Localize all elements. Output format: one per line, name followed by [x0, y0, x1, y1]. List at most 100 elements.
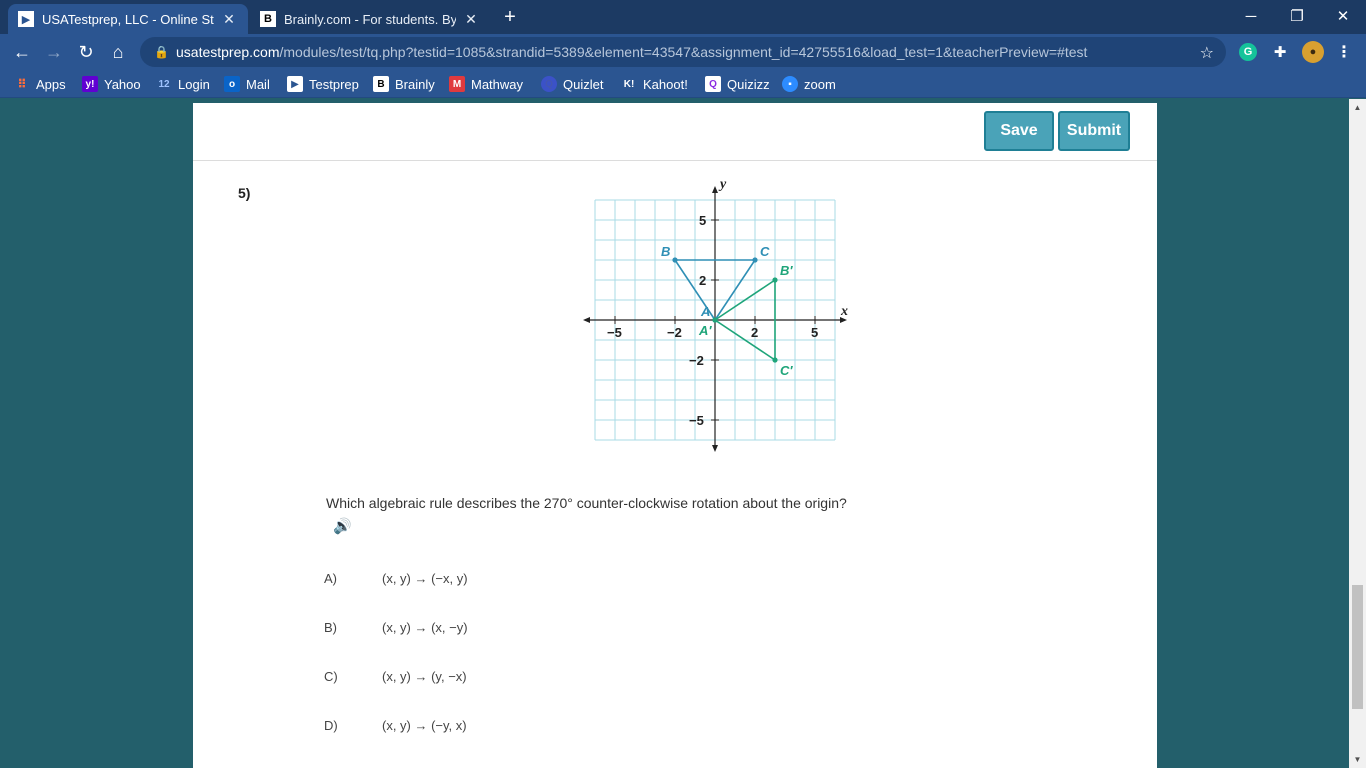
triangle-abc-image-vertex — [772, 277, 778, 283]
bookmark-label: Apps — [36, 76, 66, 92]
speaker-audio-icon[interactable]: 🔊 — [333, 517, 355, 537]
x-tick-label: 2 — [751, 325, 758, 340]
bookmark-label: Quizizz — [727, 76, 770, 92]
bookmark-label: zoom — [804, 76, 836, 92]
home-button[interactable]: ⌂ — [104, 38, 132, 66]
restore-button[interactable]: ❐ — [1274, 0, 1320, 32]
save-button[interactable]: Save — [984, 111, 1054, 151]
page-viewport: Save Submit 5) x y −5 −2 2 5 5 2 −2 −5 A B C A′ B′ C′ W… — [0, 99, 1366, 768]
tab-usatestprep[interactable]: ▶ USATestprep, LLC - Online State-S ✕ — [8, 4, 248, 34]
kahoot-icon: K! — [623, 78, 635, 90]
apps-grid-icon: ⠿ — [17, 77, 27, 91]
grammarly-icon[interactable]: G — [1239, 43, 1257, 61]
x-tick-label: 5 — [811, 325, 818, 340]
test-question-card: Save Submit 5) x y −5 −2 2 5 5 2 −2 −5 A B C A′ B′ C′ W… — [193, 103, 1157, 768]
triangle-abc-image-vertex — [772, 357, 778, 363]
bookmark-label: Yahoo — [104, 76, 141, 92]
bookmark-label: Login — [178, 76, 210, 92]
bookmark-star-icon[interactable]: ☆ — [1200, 43, 1214, 63]
close-window-button[interactable]: ✕ — [1320, 0, 1366, 32]
bookmark-testprep[interactable]: ▶ Testprep — [287, 75, 359, 93]
quizizz-icon: Q — [705, 76, 721, 92]
answer-choice-a[interactable]: A) (x, y) → (−x, y) — [324, 571, 468, 586]
bookmark-label: Quizlet — [563, 76, 604, 92]
test-action-bar: Save Submit — [193, 103, 1157, 161]
page-scrollbar[interactable]: ▲ ▼ — [1349, 99, 1366, 768]
minimize-button[interactable]: ─ — [1228, 0, 1274, 32]
new-tab-button[interactable]: + — [498, 6, 522, 30]
yahoo-icon: y! — [82, 76, 98, 92]
bookmark-mathway[interactable]: M Mathway — [449, 75, 523, 93]
tab-title: USATestprep, LLC - Online State-S — [42, 11, 214, 27]
bookmark-brainly[interactable]: B Brainly — [373, 75, 435, 93]
vertex-label: B′ — [780, 263, 793, 278]
triangle-abc-image-vertex — [712, 317, 718, 323]
login-icon: 12 — [158, 78, 170, 90]
bookmark-label: Testprep — [309, 76, 359, 92]
question-text: Which algebraic rule describes the 270° … — [326, 495, 847, 511]
scrollbar-thumb[interactable] — [1352, 585, 1363, 709]
bookmark-zoom[interactable]: ▪ zoom — [782, 75, 836, 93]
scroll-up-icon[interactable]: ▲ — [1349, 99, 1366, 116]
tab-title: Brainly.com - For students. By stu — [284, 11, 456, 27]
brainly-logo-icon: B — [260, 11, 276, 27]
menu-kebab-icon[interactable]: ⋮ — [1335, 43, 1353, 61]
brainly-icon: B — [373, 76, 389, 92]
close-icon[interactable]: ✕ — [462, 11, 480, 28]
vertex-label: A′ — [698, 323, 712, 338]
bookmark-label: Kahoot! — [643, 76, 688, 92]
triangle-abc-vertex — [752, 257, 758, 263]
vertex-label: A — [700, 304, 710, 319]
reload-button[interactable]: ↻ — [72, 38, 100, 66]
bookmark-kahoot[interactable]: K! Kahoot! — [621, 75, 688, 93]
bookmark-apps[interactable]: ⠿ Apps — [14, 75, 66, 93]
y-tick-label: −2 — [689, 353, 704, 368]
answer-choice-d[interactable]: D) (x, y) → (−y, x) — [324, 718, 467, 733]
submit-button[interactable]: Submit — [1058, 111, 1130, 151]
usatestprep-logo-icon: ▶ — [18, 11, 34, 27]
bookmarks-bar: ⠿ Apps y! Yahoo 12 Login o Mail ▶ Testpr… — [0, 70, 1366, 98]
bookmark-mail[interactable]: o Mail — [224, 75, 270, 93]
avatar[interactable]: ● — [1302, 41, 1324, 63]
address-bar[interactable]: 🔒 usatestprep.com/modules/test/tq.php?te… — [140, 37, 1226, 67]
close-icon[interactable]: ✕ — [220, 11, 238, 28]
y-tick-label: 5 — [699, 213, 706, 228]
home-icon: ⌂ — [112, 41, 124, 62]
outlook-mail-icon: o — [224, 76, 240, 92]
choice-text: (x, y) → (−x, y) — [382, 571, 468, 586]
bookmark-quizizz[interactable]: Q Quizizz — [705, 75, 770, 93]
y-axis-arrow-up — [712, 186, 718, 193]
bookmark-login[interactable]: 12 Login — [156, 75, 210, 93]
lock-icon: 🔒 — [154, 45, 169, 59]
quizlet-icon: Q — [541, 76, 557, 92]
choice-text: (x, y) → (y, −x) — [382, 669, 467, 684]
x-axis-label: x — [840, 304, 848, 319]
url-path: /modules/test/tq.php?testid=1085&strandi… — [279, 44, 1088, 60]
choice-letter: D) — [324, 718, 338, 733]
bookmark-quizlet[interactable]: Q Quizlet — [541, 75, 603, 93]
bookmark-label: Mathway — [471, 76, 524, 92]
choice-text: (x, y) → (−y, x) — [382, 718, 467, 733]
triangle-abc-vertex — [672, 257, 678, 263]
mathway-icon: M — [449, 76, 465, 92]
tab-brainly[interactable]: B Brainly.com - For students. By stu ✕ — [250, 4, 490, 34]
url-host: usatestprep.com — [176, 44, 280, 60]
answer-choice-b[interactable]: B) (x, y) → (x, −y) — [324, 620, 468, 635]
previous-question-remnant — [323, 111, 327, 126]
scroll-down-icon[interactable]: ▼ — [1349, 751, 1366, 768]
y-tick-label: −5 — [689, 413, 704, 428]
x-tick-label: −2 — [667, 325, 682, 340]
coordinate-plane-graph: x y −5 −2 2 5 5 2 −2 −5 A B C A′ B′ C′ — [583, 181, 848, 452]
bookmark-yahoo[interactable]: y! Yahoo — [82, 75, 141, 93]
answer-choice-c[interactable]: C) (x, y) → (y, −x) — [324, 669, 467, 684]
choice-letter: C) — [324, 669, 338, 684]
arrow-left-icon: ← — [13, 41, 31, 62]
forward-button[interactable]: → — [40, 38, 68, 66]
extensions-puzzle-icon[interactable]: ✚ — [1271, 43, 1289, 61]
back-button[interactable]: ← — [8, 38, 36, 66]
question-number: 5) — [238, 185, 251, 201]
vertex-label: B — [661, 244, 670, 259]
reload-icon: ↻ — [78, 41, 94, 62]
y-tick-label: 2 — [699, 273, 706, 288]
browser-tab-strip: ▶ USATestprep, LLC - Online State-S ✕ B … — [0, 0, 1366, 34]
